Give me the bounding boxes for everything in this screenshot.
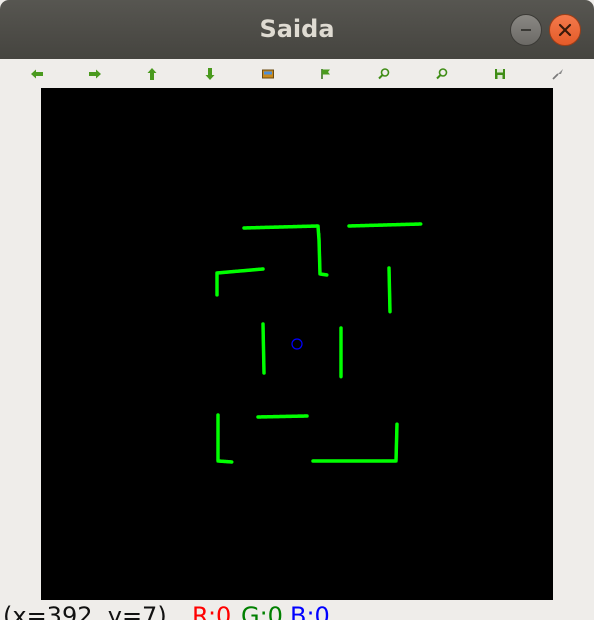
app-window: Saida (x=392, y=7) R:0 G:0 B:0 <box>0 0 594 620</box>
properties-button[interactable] <box>551 66 565 80</box>
properties-icon <box>552 69 563 80</box>
pan-down-button[interactable] <box>203 66 217 80</box>
pan-left-button[interactable] <box>30 66 44 80</box>
close-button[interactable] <box>549 14 581 46</box>
minimize-button[interactable] <box>510 14 542 46</box>
zoom-out-button[interactable] <box>435 66 449 80</box>
zoom-in-button[interactable] <box>377 66 391 80</box>
wall-segment <box>242 224 329 277</box>
zoom-in-icon <box>378 68 390 80</box>
arrow-up-icon <box>147 68 157 80</box>
save-icon <box>495 69 505 79</box>
image-canvas[interactable] <box>41 88 553 600</box>
zoom-grid-button[interactable] <box>319 66 333 80</box>
pixel-green-value: G:0 <box>241 602 283 620</box>
title-bar[interactable]: Saida <box>0 0 594 59</box>
pixel-blue-value: B:0 <box>290 602 330 620</box>
arrow-left-icon <box>31 69 43 79</box>
zoom-fit-button[interactable] <box>261 66 275 80</box>
wall-segment <box>311 422 399 463</box>
cursor-coordinates: (x=392, y=7) <box>3 602 167 620</box>
arrow-right-icon <box>89 69 101 79</box>
zoom-out-icon <box>436 68 448 80</box>
grid-flag-icon <box>321 69 330 79</box>
map-image <box>215 222 423 464</box>
robot-marker <box>291 338 303 350</box>
pixel-red-value: R:0 <box>192 602 232 620</box>
status-bar: (x=392, y=7) R:0 G:0 B:0 <box>0 600 594 620</box>
save-button[interactable] <box>493 66 507 80</box>
pan-up-button[interactable] <box>145 66 159 80</box>
window-title: Saida <box>259 15 335 43</box>
close-icon <box>558 23 572 37</box>
toolbar <box>0 59 594 88</box>
wall-segment <box>216 413 234 464</box>
arrow-down-icon <box>205 68 215 80</box>
image-icon <box>262 69 274 79</box>
pan-right-button[interactable] <box>88 66 102 80</box>
